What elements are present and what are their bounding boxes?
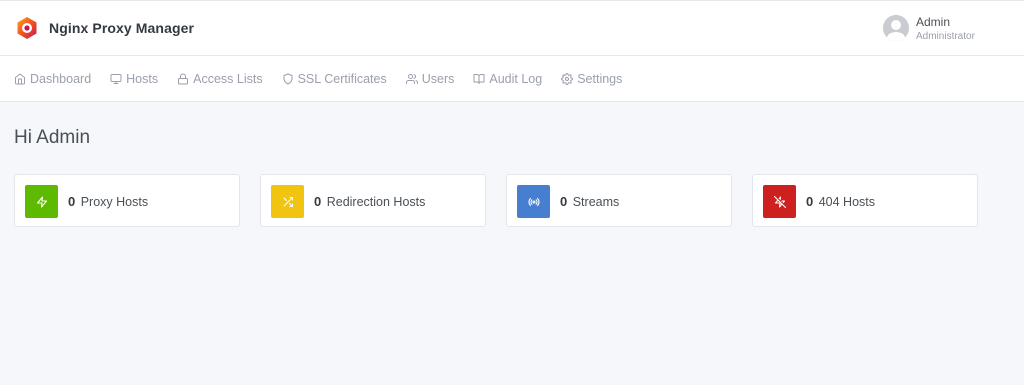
nav-item-label: Hosts [126,72,159,86]
nav-item-settings[interactable]: Settings [561,72,622,86]
card-count: 0 [806,194,814,209]
card-icon-box [763,185,796,218]
nav-item-label: SSL Certificates [297,72,387,86]
radio-icon [528,197,539,206]
nav-item-label: Users [421,72,455,86]
nav-item-label: Access Lists [193,72,263,86]
card-icon-box [517,185,550,218]
users-icon [405,74,418,84]
app-name: Nginx Proxy Manager [49,20,195,36]
proxy-hosts-card[interactable]: 0 Proxy Hosts [14,174,240,227]
page-title: Hi Admin [14,127,91,148]
nav-item-access-lists[interactable]: Access Lists [177,72,263,86]
card-text: 0 Streams [560,194,619,209]
nav-item-ssl-certificates[interactable]: SSL Certificates [282,72,387,86]
user-menu[interactable]: Admin Administrator [883,15,975,42]
card-icon-box [271,185,304,218]
book-open-icon [473,74,485,84]
card-label: Streams [572,195,620,209]
nav-item-dashboard[interactable]: Dashboard [14,72,91,86]
streams-card[interactable]: 0 Streams [506,174,732,227]
lock-icon [178,73,189,85]
brand[interactable]: Nginx Proxy Manager [15,16,194,40]
user-name: Admin [916,15,951,29]
card-label: 404 Hosts [818,195,875,209]
nav-item-users[interactable]: Users [405,72,455,86]
user-role: Administrator [916,31,975,42]
nav-item-audit-log[interactable]: Audit Log [473,72,542,86]
nav-item-label: Audit Log [489,72,543,86]
nav-item-hosts[interactable]: Hosts [110,72,158,86]
main-nav: Dashboard Hosts Access Lists SSL Certifi… [0,56,1024,102]
404-hosts-card[interactable]: 0 404 Hosts [752,174,978,227]
card-text: 0 Proxy Hosts [68,194,148,209]
zap-icon [36,195,47,208]
card-text: 0 404 Hosts [806,194,875,209]
nginx-proxy-manager-logo-icon [15,16,39,40]
card-count: 0 [560,194,568,209]
user-info: Admin Administrator [916,15,975,42]
nav-item-label: Dashboard [30,72,92,86]
card-icon-box [25,185,58,218]
redirection-hosts-card[interactable]: 0 Redirection Hosts [260,174,486,227]
monitor-icon [110,74,122,84]
card-label: Proxy Hosts [80,195,149,209]
zap-off-icon [773,195,786,208]
card-label: Redirection Hosts [326,195,426,209]
card-count: 0 [314,194,322,209]
card-count: 0 [68,194,76,209]
avatar[interactable] [883,15,909,41]
gear-icon [561,73,574,85]
top-header: Nginx Proxy Manager Admin Administrator [0,0,1024,56]
shuffle-icon [282,196,293,207]
home-icon [15,73,25,85]
card-text: 0 Redirection Hosts [314,194,425,209]
shield-icon [283,73,293,85]
nav-item-label: Settings [577,72,623,86]
